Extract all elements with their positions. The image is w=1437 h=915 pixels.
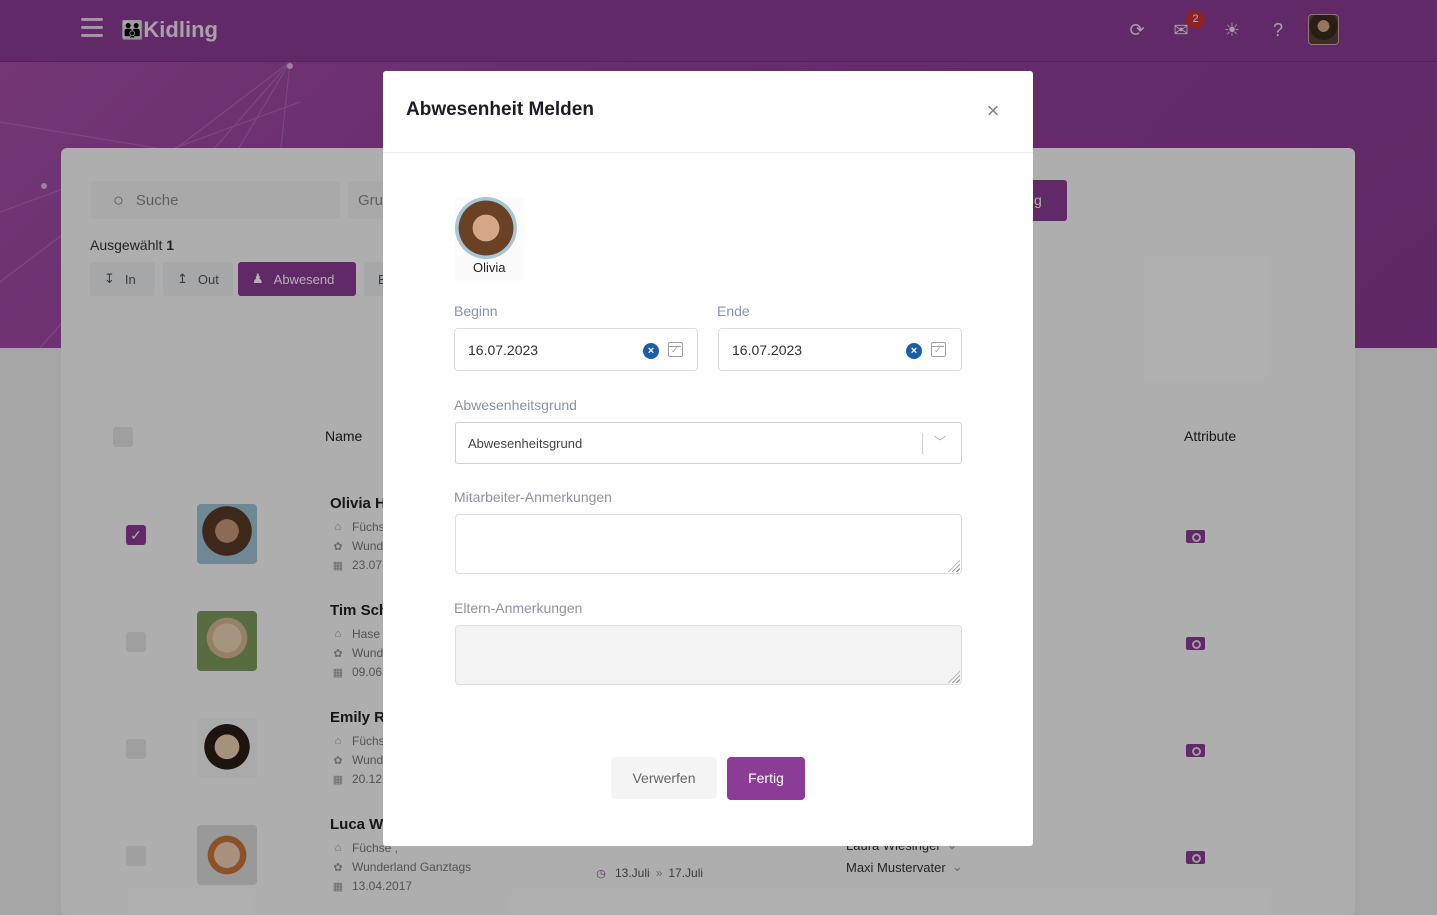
calendar-icon[interactable] bbox=[931, 342, 946, 357]
modal-title: Abwesenheit Melden bbox=[406, 99, 594, 120]
parent-notes-textarea bbox=[455, 625, 962, 685]
reason-label: Abwesenheitsgrund bbox=[454, 397, 577, 413]
child-avatar bbox=[455, 197, 517, 259]
calendar-icon[interactable] bbox=[668, 342, 683, 357]
selected-child-card: Olivia bbox=[455, 197, 525, 281]
parent-notes-label: Eltern-Anmerkungen bbox=[454, 600, 583, 616]
reason-select[interactable]: Abwesenheitsgrund ﹀ bbox=[455, 422, 962, 464]
clear-icon[interactable]: × bbox=[906, 343, 922, 359]
close-icon[interactable]: × bbox=[983, 100, 1003, 122]
select-separator bbox=[922, 433, 923, 454]
end-date-label: Ende bbox=[717, 303, 750, 319]
done-button[interactable]: Fertig bbox=[727, 757, 805, 800]
staff-notes-textarea[interactable] bbox=[455, 514, 962, 574]
discard-button[interactable]: Verwerfen bbox=[611, 757, 717, 799]
staff-notes-label: Mitarbeiter-Anmerkungen bbox=[454, 489, 612, 505]
reason-placeholder: Abwesenheitsgrund bbox=[468, 436, 583, 451]
clear-icon[interactable]: × bbox=[643, 343, 659, 359]
end-date-field[interactable]: 16.07.2023 × bbox=[718, 328, 962, 371]
child-name-label: Olivia bbox=[473, 260, 506, 275]
end-date-value: 16.07.2023 bbox=[732, 341, 803, 358]
start-date-value: 16.07.2023 bbox=[468, 341, 539, 358]
absence-modal: Abwesenheit Melden × Olivia Beginn 16.07… bbox=[383, 71, 1033, 846]
chevron-down-icon[interactable]: ﹀ bbox=[934, 433, 946, 449]
start-date-label: Beginn bbox=[454, 303, 498, 319]
start-date-field[interactable]: 16.07.2023 × bbox=[454, 328, 698, 371]
modal-divider bbox=[383, 152, 1033, 153]
